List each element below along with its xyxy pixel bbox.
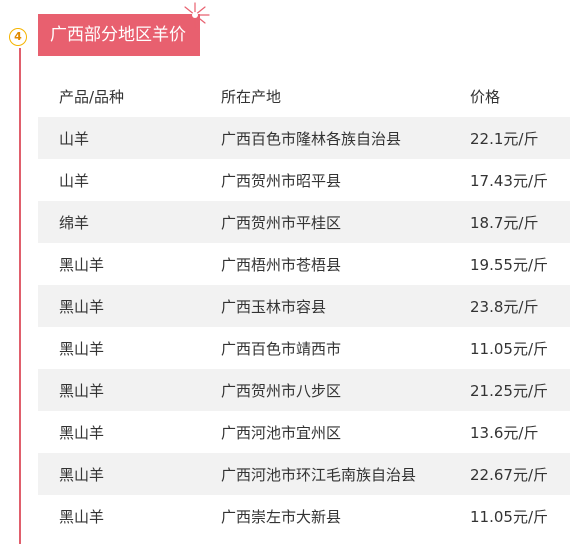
cell-price: 21.25元/斤: [470, 381, 548, 400]
cell-price: 22.1元/斤: [470, 129, 539, 148]
cell-origin: 广西河池市宜州区: [221, 423, 342, 442]
cell-origin: 广西贺州市昭平县: [221, 171, 342, 190]
cell-origin: 广西崇左市大新县: [221, 507, 342, 526]
price-table: 产品/品种 所在产地 价格 山羊 广西百色市隆林各族自治县 22.1元/斤 山羊…: [38, 75, 570, 537]
header-product: 产品/品种: [59, 87, 125, 106]
cell-origin: 广西百色市隆林各族自治县: [221, 129, 402, 148]
cell-product: 绵羊: [59, 213, 90, 232]
cell-origin: 广西梧州市苍梧县: [221, 255, 342, 274]
cell-product: 黑山羊: [59, 297, 105, 316]
table-row: 黑山羊 广西贺州市八步区 21.25元/斤: [38, 369, 570, 411]
cell-price: 17.43元/斤: [470, 171, 548, 190]
cell-product: 山羊: [59, 171, 90, 190]
cell-product: 黑山羊: [59, 465, 105, 484]
section-title: 广西部分地区羊价: [38, 14, 200, 56]
table-row: 黑山羊 广西河池市宜州区 13.6元/斤: [38, 411, 570, 453]
header-origin: 所在产地: [221, 87, 282, 106]
cell-product: 山羊: [59, 129, 90, 148]
table-row: 山羊 广西贺州市昭平县 17.43元/斤: [38, 159, 570, 201]
table-row: 黑山羊 广西河池市环江毛南族自治县 22.67元/斤: [38, 453, 570, 495]
cell-origin: 广西河池市环江毛南族自治县: [221, 465, 417, 484]
cell-product: 黑山羊: [59, 255, 105, 274]
cell-product: 黑山羊: [59, 381, 105, 400]
cell-product: 黑山羊: [59, 339, 105, 358]
cell-origin: 广西贺州市八步区: [221, 381, 342, 400]
cell-price: 23.8元/斤: [470, 297, 539, 316]
cell-price: 18.7元/斤: [470, 213, 539, 232]
cell-price: 22.67元/斤: [470, 465, 548, 484]
cell-price: 11.05元/斤: [470, 339, 548, 358]
header-price: 价格: [470, 87, 501, 106]
cell-product: 黑山羊: [59, 423, 105, 442]
table-row: 黑山羊 广西崇左市大新县 11.05元/斤: [38, 495, 570, 537]
firework-icon: [180, 2, 210, 28]
cell-price: 11.05元/斤: [470, 507, 548, 526]
table-row: 黑山羊 广西玉林市容县 23.8元/斤: [38, 285, 570, 327]
table-row: 绵羊 广西贺州市平桂区 18.7元/斤: [38, 201, 570, 243]
cell-origin: 广西百色市靖西市: [221, 339, 342, 358]
cell-price: 13.6元/斤: [470, 423, 539, 442]
table-header-row: 产品/品种 所在产地 价格: [38, 75, 570, 117]
cell-origin: 广西玉林市容县: [221, 297, 327, 316]
table-row: 黑山羊 广西梧州市苍梧县 19.55元/斤: [38, 243, 570, 285]
timeline-line: [19, 48, 21, 544]
table-row: 山羊 广西百色市隆林各族自治县 22.1元/斤: [38, 117, 570, 159]
cell-product: 黑山羊: [59, 507, 105, 526]
table-row: 黑山羊 广西百色市靖西市 11.05元/斤: [38, 327, 570, 369]
cell-origin: 广西贺州市平桂区: [221, 213, 342, 232]
step-number-badge: 4: [9, 28, 27, 46]
cell-price: 19.55元/斤: [470, 255, 548, 274]
